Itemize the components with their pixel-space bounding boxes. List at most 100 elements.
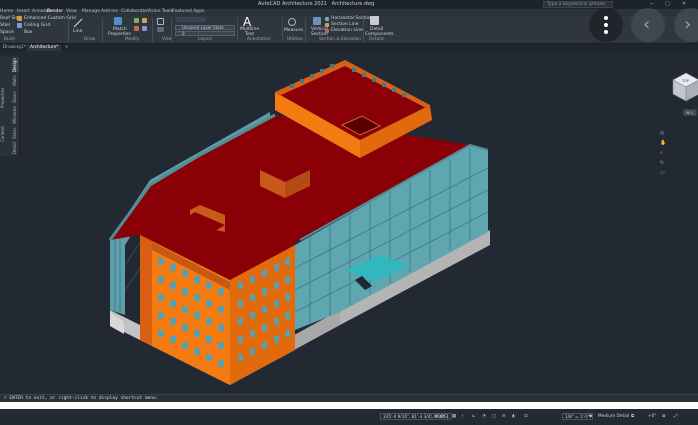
visual-style-icon[interactable] [157,27,164,32]
front-block-corner [140,235,152,346]
ceiling-grid-button[interactable]: Ceiling Grid [24,23,50,28]
transparency-icon[interactable]: ◐ [512,414,516,419]
layer-state-dropdown[interactable]: Unsaved Layer State [175,25,235,30]
mirror-icon[interactable] [142,26,147,31]
osnap-icon[interactable]: □ [492,414,496,419]
move-icon[interactable] [134,18,139,23]
autocad-window: AutoCAD Architecture 2021 Architecture.d… [0,0,698,425]
roof-slab-icon [17,16,22,21]
group-build: Build [4,37,15,42]
detail-level-icon[interactable]: ◆ [589,414,592,419]
showmotion-icon[interactable]: ▭ [660,170,665,176]
close-icon[interactable]: ✕ [682,1,686,7]
model-viewport[interactable]: TOP WCS [0,51,698,394]
palette-content[interactable]: Content [0,124,7,144]
ribbon-separator [237,18,238,42]
group-utilities: Utilities [287,37,304,42]
zoom-icon[interactable]: ⌕ [660,150,663,156]
group-modify: Modify [125,37,140,42]
tab-home[interactable]: Home [0,9,13,14]
tool-palette: Design Walls Doors Windows Stairs Detail… [0,56,20,156]
box-button[interactable]: Box [24,30,32,35]
file-name: Architecture.dwg [331,1,375,7]
horizontal-section-icon [325,17,329,21]
viewcube-face-label: TOP [681,79,689,83]
customize-icon[interactable]: ≣ [662,414,666,419]
tab-collaborate[interactable]: Collaborate [121,9,147,14]
dot-icon [604,30,608,34]
snap-icon[interactable]: ⁞ [462,414,463,419]
dot-icon [604,16,608,20]
maximize-icon[interactable]: ▢ [665,1,670,7]
palette-tab-detail[interactable]: Detail [12,142,19,154]
palette-tab-doors[interactable]: Doors [12,90,19,104]
lineweight-icon[interactable]: ≡ [502,414,506,419]
horizontal-section-button[interactable]: Horizontal Section [331,16,372,21]
view-cube-icon[interactable] [157,18,164,25]
ribbon-separator [152,18,153,42]
detail-level-dropdown[interactable]: Medium Detail [598,414,629,419]
grid-icon[interactable]: ▦ [452,414,456,419]
tab-vision-tools[interactable]: Vision Tools [147,9,173,14]
measure-icon[interactable] [288,18,296,26]
rotate-icon[interactable] [134,26,139,31]
group-details: Details [369,37,384,42]
palette-properties[interactable]: Properties [0,86,7,110]
measure-button[interactable]: Measure [284,28,303,33]
layer-tools-icon[interactable] [176,17,206,22]
command-input[interactable] [0,402,698,409]
chevron-left-icon: ‹ [643,14,651,35]
status-bar: 335'-4 9/16", 81'-3 3/4", 0'-0" MODEL ▦ … [0,410,698,425]
ortho-icon[interactable]: ⊾ [472,414,476,419]
fullscreen-icon[interactable]: ⤢ [674,414,677,419]
orbit-icon[interactable]: ↻ [660,160,664,166]
copy-icon[interactable] [142,18,147,23]
elevation-display[interactable]: +0" [648,414,656,419]
layer-dropdown[interactable]: 0 [175,31,235,36]
palette-tab-walls[interactable]: Walls [12,74,19,88]
dot-icon [604,23,608,27]
polar-icon[interactable]: ◔ [482,414,486,419]
elevation-line-icon [325,29,329,33]
command-history: r ENTER to exit, or right-click to displ… [0,394,698,402]
ribbon-separator [102,18,103,42]
model-space-button[interactable]: MODEL [431,413,453,420]
wcs-label: WCS [686,111,693,115]
tab-view[interactable]: View [66,9,77,14]
ribbon-separator [171,18,172,42]
section-line-icon [325,23,329,27]
ribbon-separator [68,18,69,42]
tab-featured-apps[interactable]: Featured Apps [172,9,204,14]
palette-tab-windows[interactable]: Windows [12,106,19,124]
cut-plane-icon[interactable]: ⧉ [631,414,634,419]
ribbon-separator [363,18,364,42]
tab-render[interactable]: Render [47,9,63,14]
ceiling-grid-icon [17,23,22,28]
match-properties-icon [114,17,122,25]
palette-tab-design[interactable]: Design [12,58,19,72]
search-input[interactable]: Type a keyword or phrase [543,1,613,8]
stair-button[interactable]: Stair [0,23,10,28]
tab-insert[interactable]: Insert [17,9,30,14]
back-button[interactable]: ‹ [631,8,665,42]
section-line-button[interactable]: Section Line [331,22,359,27]
line-button[interactable]: Line [73,29,82,34]
tab-manage[interactable]: Manage [82,9,100,14]
document-tabs: Drawing1* Architecture* + [0,44,698,51]
tab-add-ins[interactable]: Add-ins [101,9,118,14]
minimize-icon[interactable]: ─ [650,1,653,7]
app-title: AutoCAD Architecture 2021 [258,1,327,7]
vertical-section-icon [313,17,321,25]
more-options-button[interactable] [589,8,623,42]
full-navigation-wheel-icon[interactable]: ◎ [660,130,664,136]
palette-tab-stairs[interactable]: Stairs [12,126,19,140]
annotation-scale-icon[interactable]: ⚖ [524,414,528,419]
command-prompt-text: r ENTER to exit, or right-click to displ… [4,396,159,401]
elevation-line-button[interactable]: Elevation Line [331,28,363,33]
pan-icon[interactable]: ✋ [660,140,666,146]
ribbon-separator [305,18,306,42]
line-icon[interactable] [73,18,83,28]
group-annotation: Annotation [247,37,271,42]
detail-components-icon [370,16,379,25]
space-button[interactable]: Space [0,30,14,35]
